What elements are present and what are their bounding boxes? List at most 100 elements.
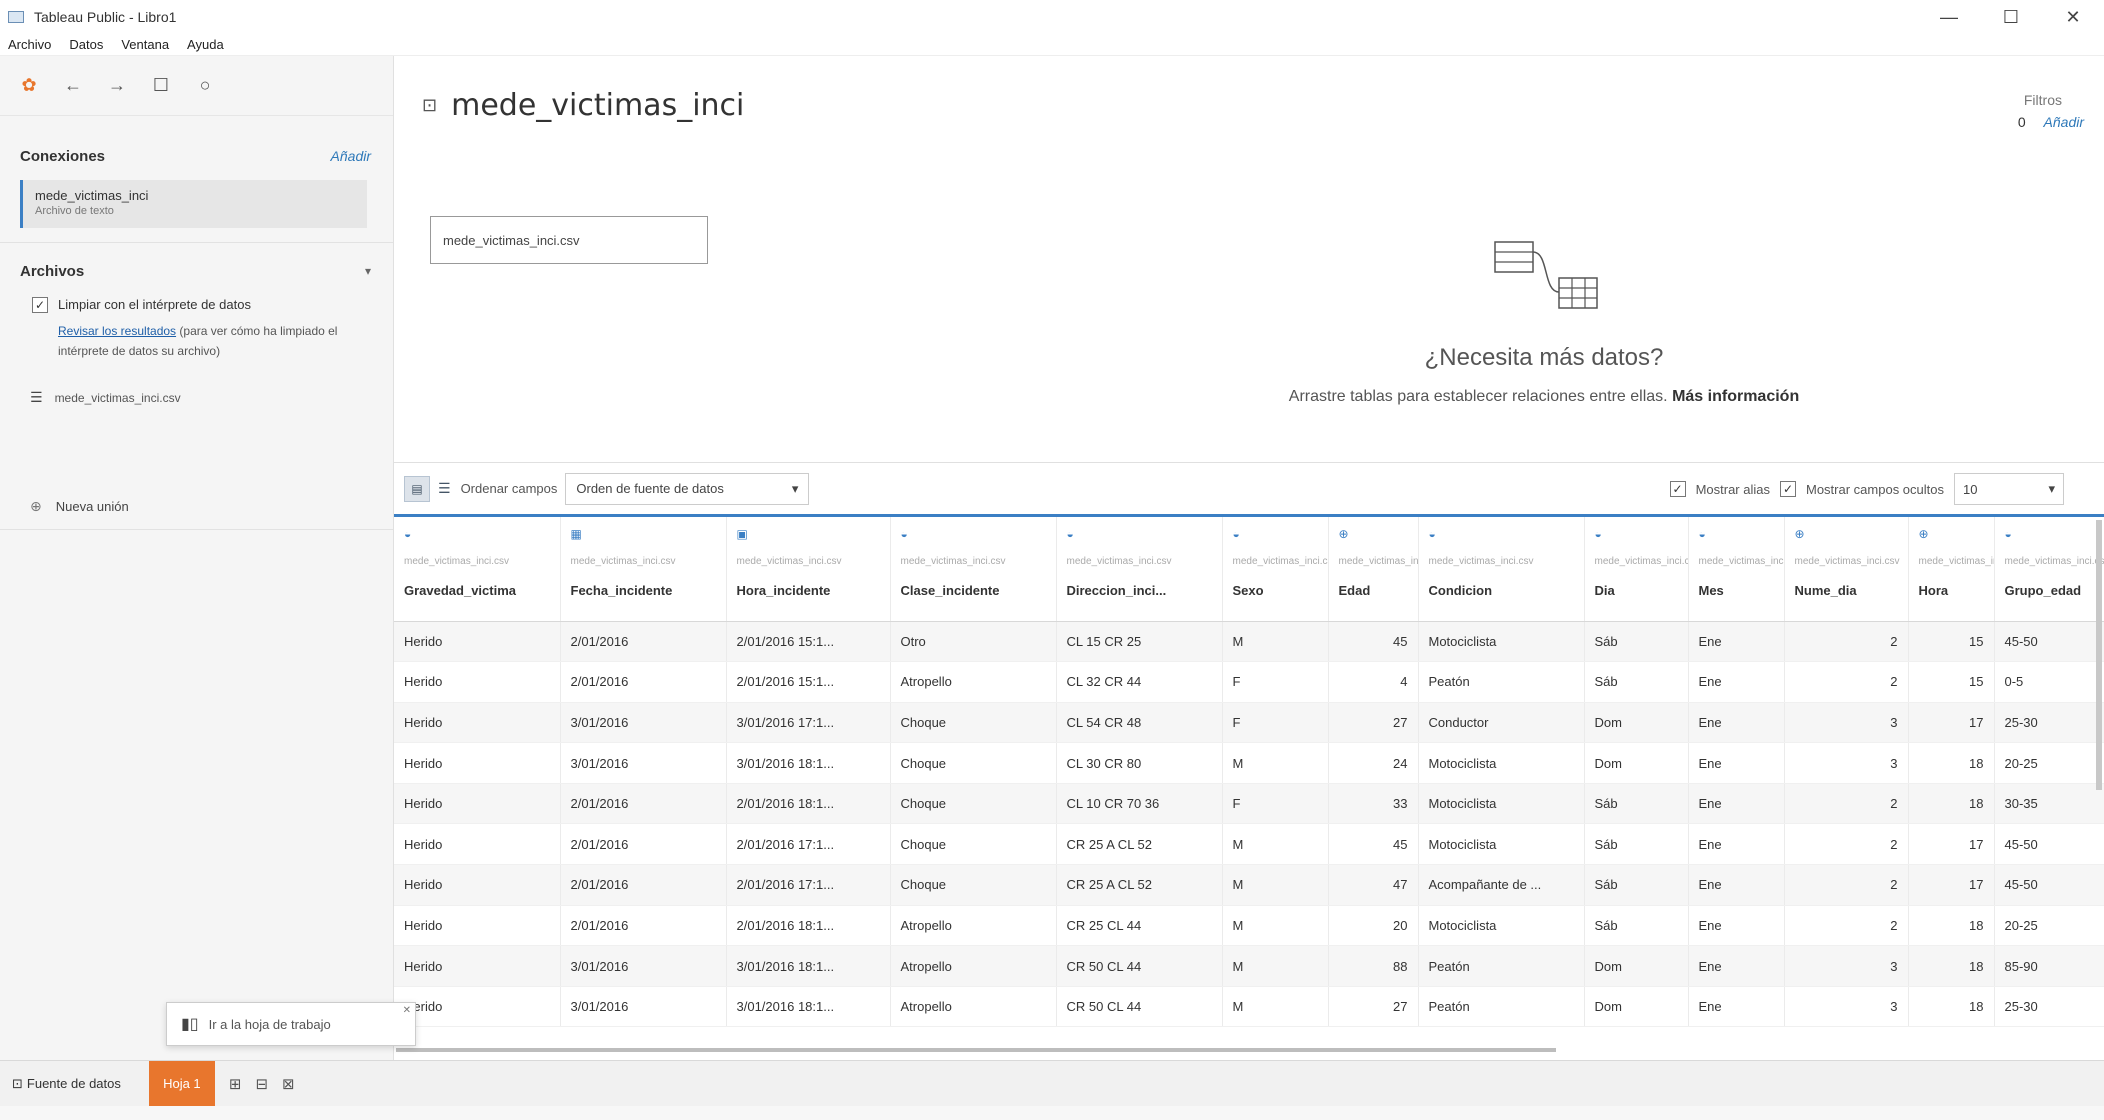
table-cell[interactable]: CR 50 CL 44 — [1056, 986, 1223, 1027]
column-type-icon[interactable]: ◒ — [1699, 527, 1774, 553]
column-type-icon[interactable]: ◒ — [901, 527, 1046, 553]
new-dashboard-icon[interactable]: ⊟ — [255, 1075, 268, 1093]
table-cell[interactable]: 24 — [1328, 742, 1419, 784]
table-cell[interactable]: 2/01/2016 — [560, 823, 727, 866]
column-header[interactable]: ◒ mede_victimas_inci.csv Grupo_edad — [1994, 517, 2104, 622]
close-button[interactable]: ✕ — [2042, 0, 2104, 34]
table-cell[interactable]: 25-30 — [1994, 702, 2104, 744]
table-cell[interactable]: Choque — [890, 702, 1057, 744]
column-header[interactable]: ▣ mede_victimas_inci.csv Hora_incidente — [726, 517, 891, 622]
column-type-icon[interactable]: ▦ — [571, 527, 716, 553]
table-cell[interactable]: Herido — [394, 702, 561, 744]
table-cell[interactable]: M — [1222, 945, 1329, 987]
sort-fields-select[interactable]: Orden de fuente de datos ▾ — [565, 472, 810, 505]
table-cell[interactable]: 2/01/2016 — [560, 783, 727, 825]
table-cell[interactable]: M — [1222, 742, 1329, 784]
table-cell[interactable]: Herido — [394, 945, 561, 987]
table-cell[interactable]: 2/01/2016 18:1... — [726, 905, 891, 947]
table-cell[interactable]: Sáb — [1584, 905, 1689, 947]
datasource-name[interactable]: mede_victimas_inci — [451, 88, 744, 123]
table-cell[interactable]: 45-50 — [1994, 823, 2104, 866]
table-cell[interactable]: 25-30 — [1994, 986, 2104, 1027]
list-view-button[interactable]: ☰ — [438, 480, 451, 497]
table-cell[interactable]: Sáb — [1584, 823, 1689, 866]
table-cell[interactable]: Dom — [1584, 702, 1689, 744]
table-cell[interactable]: M — [1222, 823, 1329, 866]
table-cell[interactable]: Choque — [890, 742, 1057, 784]
tab-data-source[interactable]: ⊡ Fuente de datos — [0, 1061, 149, 1107]
table-cell[interactable]: 17 — [1908, 702, 1995, 744]
column-header[interactable]: ◒ mede_victimas_inci.csv Direccion_inci... — [1056, 517, 1223, 622]
table-cell[interactable]: Herido — [394, 661, 561, 703]
table-cell[interactable]: Choque — [890, 823, 1057, 866]
table-cell[interactable]: 45-50 — [1994, 621, 2104, 663]
column-type-icon[interactable]: ⊕ — [1919, 527, 1984, 553]
undo-icon[interactable]: ← — [62, 75, 84, 97]
table-cell[interactable]: CR 25 A CL 52 — [1056, 823, 1223, 866]
table-cell[interactable]: 18 — [1908, 945, 1995, 987]
table-cell[interactable]: Otro — [890, 621, 1057, 663]
table-cell[interactable]: CR 50 CL 44 — [1056, 945, 1223, 987]
table-cell[interactable]: CR 25 CL 44 — [1056, 905, 1223, 947]
table-cell[interactable]: 17 — [1908, 823, 1995, 866]
table-cell[interactable]: 2/01/2016 18:1... — [726, 783, 891, 825]
table-cell[interactable]: F — [1222, 702, 1329, 744]
column-type-icon[interactable]: ▣ — [737, 527, 880, 553]
refresh-icon[interactable]: ○ — [194, 75, 216, 97]
table-cell[interactable]: Ene — [1688, 783, 1785, 825]
table-cell[interactable]: 2 — [1784, 621, 1909, 663]
table-cell[interactable]: 3/01/2016 — [560, 986, 727, 1027]
table-cell[interactable]: 85-90 — [1994, 945, 2104, 987]
interpreter-option[interactable]: ✓ Limpiar con el intérprete de datos — [0, 291, 393, 313]
table-cell[interactable]: Conductor — [1418, 702, 1585, 744]
show-hidden-checkbox[interactable]: ✓ — [1780, 481, 1796, 497]
table-cell[interactable]: 20-25 — [1994, 742, 2104, 784]
file-item[interactable]: ☰ mede_victimas_inci.csv — [0, 361, 393, 406]
table-cell[interactable]: CR 25 A CL 52 — [1056, 864, 1223, 906]
redo-icon[interactable]: → — [106, 75, 128, 97]
table-cell[interactable]: 15 — [1908, 661, 1995, 703]
table-cell[interactable]: Ene — [1688, 864, 1785, 906]
column-header[interactable]: ◒ mede_victimas_inci.csv Gravedad_victima — [394, 517, 561, 622]
table-cell[interactable]: 18 — [1908, 742, 1995, 784]
table-cell[interactable]: 2/01/2016 — [560, 661, 727, 703]
table-cell[interactable]: 15 — [1908, 621, 1995, 663]
column-type-icon[interactable]: ◒ — [1233, 527, 1318, 553]
tableau-logo-icon[interactable]: ✿ — [18, 75, 40, 97]
table-cell[interactable]: Peatón — [1418, 945, 1585, 987]
column-type-icon[interactable]: ◒ — [2005, 527, 2104, 553]
table-cell[interactable]: M — [1222, 621, 1329, 663]
table-cell[interactable]: 3/01/2016 18:1... — [726, 986, 891, 1027]
table-cell[interactable]: M — [1222, 905, 1329, 947]
table-cell[interactable]: 2 — [1784, 823, 1909, 866]
column-header[interactable]: ◒ mede_victimas_inci.csv Sexo — [1222, 517, 1329, 622]
table-cell[interactable]: 2 — [1784, 905, 1909, 947]
column-type-icon[interactable]: ◒ — [1067, 527, 1212, 553]
column-type-icon[interactable]: ⊕ — [1339, 527, 1408, 553]
table-cell[interactable]: Ene — [1688, 986, 1785, 1027]
table-cell[interactable]: 0-5 — [1994, 661, 2104, 703]
table-cell[interactable]: 4 — [1328, 661, 1419, 703]
show-aliases-checkbox[interactable]: ✓ — [1669, 481, 1686, 497]
table-cell[interactable]: CL 54 CR 48 — [1056, 702, 1223, 744]
table-cell[interactable]: 47 — [1328, 864, 1419, 906]
table-cell[interactable]: 18 — [1908, 783, 1995, 825]
canvas-table[interactable]: mede_victimas_inci.csv — [430, 216, 708, 264]
table-cell[interactable]: Ene — [1688, 661, 1785, 703]
menu-archivo[interactable]: Archivo — [8, 37, 51, 52]
table-cell[interactable]: 2/01/2016 17:1... — [726, 823, 891, 866]
table-cell[interactable]: Motociclista — [1418, 823, 1585, 866]
table-cell[interactable]: Ene — [1688, 823, 1785, 866]
table-cell[interactable]: Herido — [394, 621, 561, 663]
column-type-icon[interactable]: ◒ — [1429, 527, 1574, 553]
table-cell[interactable]: 2 — [1784, 864, 1909, 906]
table-cell[interactable]: 2/01/2016 — [560, 621, 727, 663]
table-cell[interactable]: 45 — [1328, 621, 1419, 663]
interpreter-checkbox[interactable]: ✓ — [32, 297, 48, 313]
table-cell[interactable]: 17 — [1908, 864, 1995, 906]
table-cell[interactable]: 20-25 — [1994, 905, 2104, 947]
column-header[interactable]: ◒ mede_victimas_inci.csv Mes — [1688, 517, 1785, 622]
table-cell[interactable]: 30-35 — [1994, 783, 2104, 825]
column-type-icon[interactable]: ◒ — [404, 527, 550, 553]
connection-item[interactable]: mede_victimas_inci Archivo de texto — [20, 180, 367, 228]
